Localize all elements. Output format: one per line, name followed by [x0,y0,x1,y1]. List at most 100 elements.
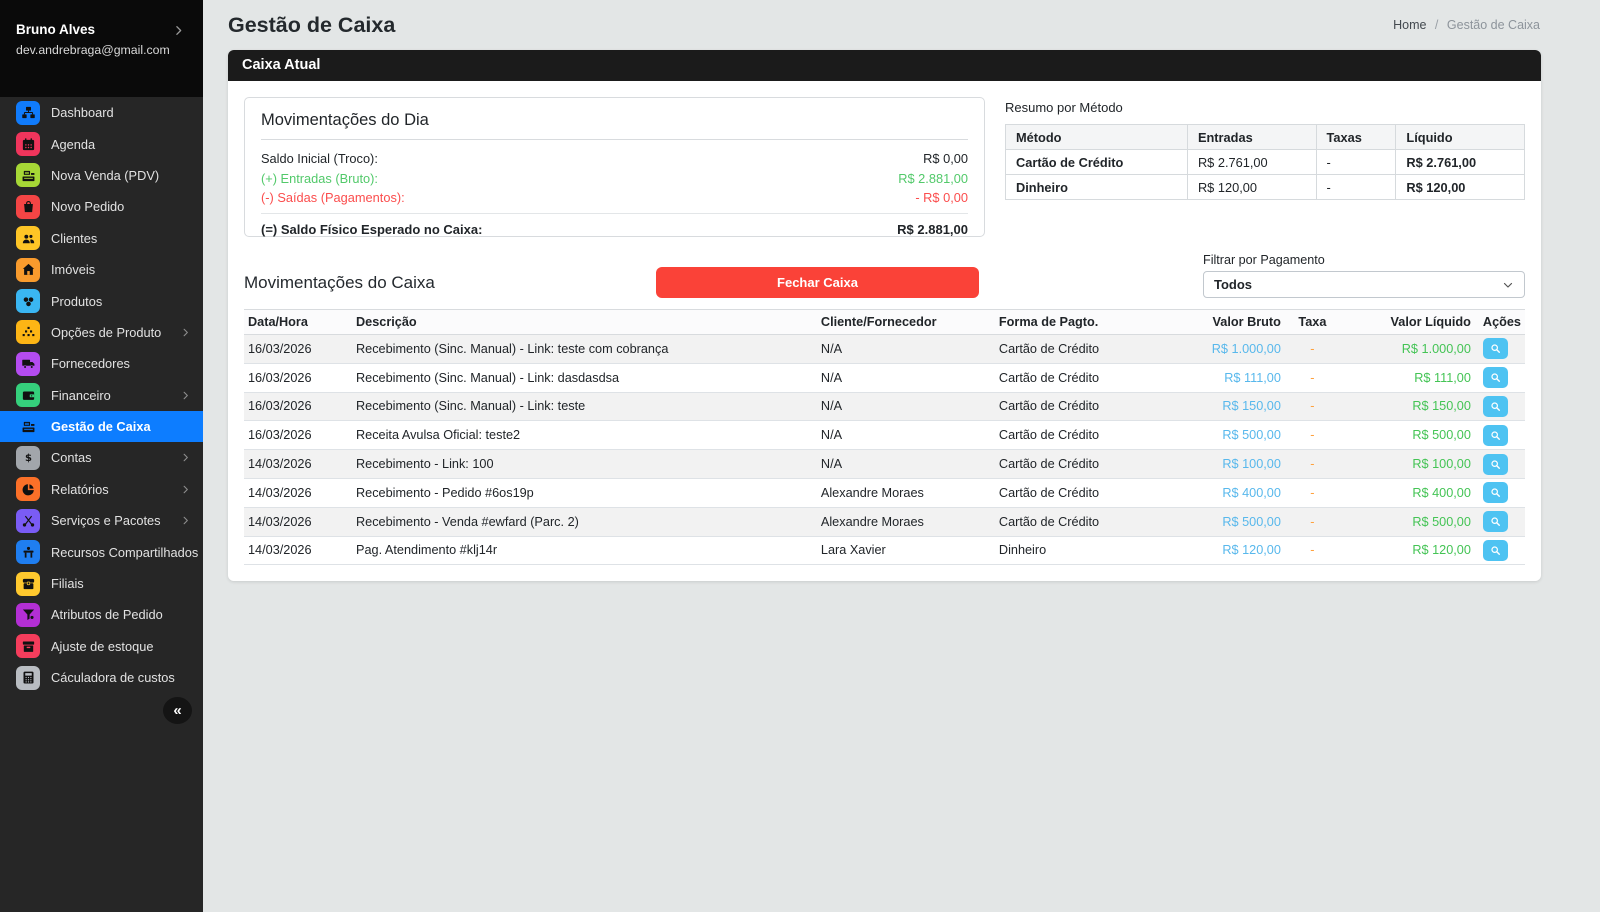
view-details-button[interactable] [1483,540,1508,561]
sidebar-item-dashboard[interactable]: Dashboard [0,97,203,128]
cell-method: Dinheiro [995,536,1170,565]
breadcrumb-home-link[interactable]: Home [1393,18,1426,32]
day-summary-title: Movimentações do Dia [261,111,968,130]
cell-client: Alexandre Moraes [817,507,995,536]
chevron-right-icon [172,24,185,42]
store-icon [21,576,36,591]
cell-actions [1475,392,1525,421]
day-summary-row-label: (-) Saídas (Pagamentos): [261,188,405,208]
method-summary-cell-entradas: R$ 120,00 [1187,175,1316,200]
sidebar-item-agenda[interactable]: Agenda [0,128,203,159]
stock-box-icon [16,634,40,658]
sidebar-item-recursos-compartilhados[interactable]: Recursos Compartilhados [0,536,203,567]
chevron-right-icon [180,515,191,526]
sidebar-item-servicos-e-pacotes[interactable]: Serviços e Pacotes [0,505,203,536]
table-row: 14/03/2026Recebimento - Link: 100N/ACart… [244,450,1525,479]
sidebar-item-caculadora-de-custos[interactable]: Cáculadora de custos [0,662,203,693]
sidebar-item-nova-venda-pdv[interactable]: Nova Venda (PDV) [0,160,203,191]
chevron-right-icon [180,452,191,463]
method-summary-header: Entradas [1187,125,1316,150]
day-summary-rows: Saldo Inicial (Troco):R$ 0,00(+) Entrada… [261,149,968,208]
close-cash-button[interactable]: Fechar Caixa [656,267,979,298]
sidebar-item-relatorios[interactable]: Relatórios [0,474,203,505]
user-email: dev.andrebraga@gmail.com [16,43,187,57]
calendar-icon [21,137,36,152]
view-details-button[interactable] [1483,367,1508,388]
cell-actions [1475,363,1525,392]
sidebar-item-opcoes-de-produto[interactable]: Opções de Produto [0,317,203,348]
cell-method: Cartão de Crédito [995,421,1170,450]
cash-panel: Caixa Atual Movimentações do Dia Saldo I… [228,50,1541,581]
cash-register-icon [21,419,36,434]
sidebar-item-novo-pedido[interactable]: Novo Pedido [0,191,203,222]
view-details-button[interactable] [1483,511,1508,532]
scissors-icon [16,509,40,533]
chevron-right-icon [180,515,191,526]
breadcrumb-current: Gestão de Caixa [1447,18,1540,32]
table-row: 16/03/2026Receita Avulsa Oficial: teste2… [244,421,1525,450]
chevron-right-icon [180,484,191,495]
circles-icon [16,289,40,313]
cell-net: R$ 1.000,00 [1340,335,1475,364]
sidebar-item-label: Dashboard [51,105,114,120]
sidebar-item-produtos[interactable]: Produtos [0,285,203,316]
sidebar-item-gestao-de-caixa[interactable]: Gestão de Caixa [0,411,203,442]
page-title: Gestão de Caixa [228,13,395,38]
user-profile[interactable]: Bruno Alves dev.andrebraga@gmail.com [0,0,203,97]
magnifier-icon [1489,400,1502,413]
cell-actions [1475,536,1525,565]
sidebar-item-label: Serviços e Pacotes [51,513,161,528]
sidebar-item-imoveis[interactable]: Imóveis [0,254,203,285]
sidebar-collapse-button[interactable]: « [163,697,192,724]
wallet-icon [16,383,40,407]
sidebar-item-contas[interactable]: $Contas [0,442,203,473]
view-details-button[interactable] [1483,338,1508,359]
sidebar-item-fornecedores[interactable]: Fornecedores [0,348,203,379]
cell-actions [1475,478,1525,507]
sidebar-item-label: Gestão de Caixa [51,419,151,434]
method-summary-cell-liquido: R$ 120,00 [1396,175,1525,200]
cell-description: Recebimento (Sinc. Manual) - Link: dasda… [352,363,817,392]
cell-client: N/A [817,421,995,450]
method-summary-header-row: MétodoEntradasTaxasLíquido [1006,125,1525,150]
sidebar-item-ajuste-de-estoque[interactable]: Ajuste de estoque [0,631,203,662]
cell-date: 14/03/2026 [244,507,352,536]
cell-tax: - [1285,392,1340,421]
view-details-button[interactable] [1483,396,1508,417]
cell-tax: - [1285,450,1340,479]
cell-net: R$ 111,00 [1340,363,1475,392]
magnifier-icon [1489,429,1502,442]
cell-date: 14/03/2026 [244,478,352,507]
movements-table: Data/HoraDescriçãoCliente/FornecedorForm… [244,309,1525,565]
day-summary-row-value: - R$ 0,00 [915,188,968,208]
cell-gross: R$ 111,00 [1170,363,1285,392]
cell-description: Recebimento (Sinc. Manual) - Link: teste… [352,335,817,364]
user-name: Bruno Alves [16,22,187,37]
magnifier-icon [1489,486,1502,499]
pie-chart-icon [21,482,36,497]
cell-gross: R$ 1.000,00 [1170,335,1285,364]
breadcrumb-separator: / [1435,18,1438,32]
expected-balance-row: (=) Saldo Físico Esperado no Caixa: R$ 2… [261,219,968,241]
sitemap-icon [21,105,36,120]
sidebar-item-clientes[interactable]: Clientes [0,223,203,254]
magnifier-icon [1489,544,1502,557]
table-row: 16/03/2026Recebimento (Sinc. Manual) - L… [244,392,1525,421]
chevron-right-icon [172,24,185,37]
cell-method: Cartão de Crédito [995,363,1170,392]
view-details-button[interactable] [1483,482,1508,503]
sidebar-item-financeiro[interactable]: Financeiro [0,380,203,411]
cell-actions [1475,450,1525,479]
sidebar-item-label: Filiais [51,576,84,591]
sidebar-item-atributos-de-pedido[interactable]: Atributos de Pedido [0,599,203,630]
movements-header-row: Data/HoraDescriçãoCliente/FornecedorForm… [244,310,1525,335]
method-summary-table: MétodoEntradasTaxasLíquido Cartão de Cré… [1005,124,1525,200]
chevron-right-icon [180,452,191,463]
view-details-button[interactable] [1483,425,1508,446]
view-details-button[interactable] [1483,454,1508,475]
cell-date: 14/03/2026 [244,450,352,479]
movements-header: Taxa [1285,310,1340,335]
payment-filter-select[interactable]: Todos [1203,271,1525,298]
sidebar-item-filiais[interactable]: Filiais [0,568,203,599]
chevron-down-icon [1502,279,1514,291]
